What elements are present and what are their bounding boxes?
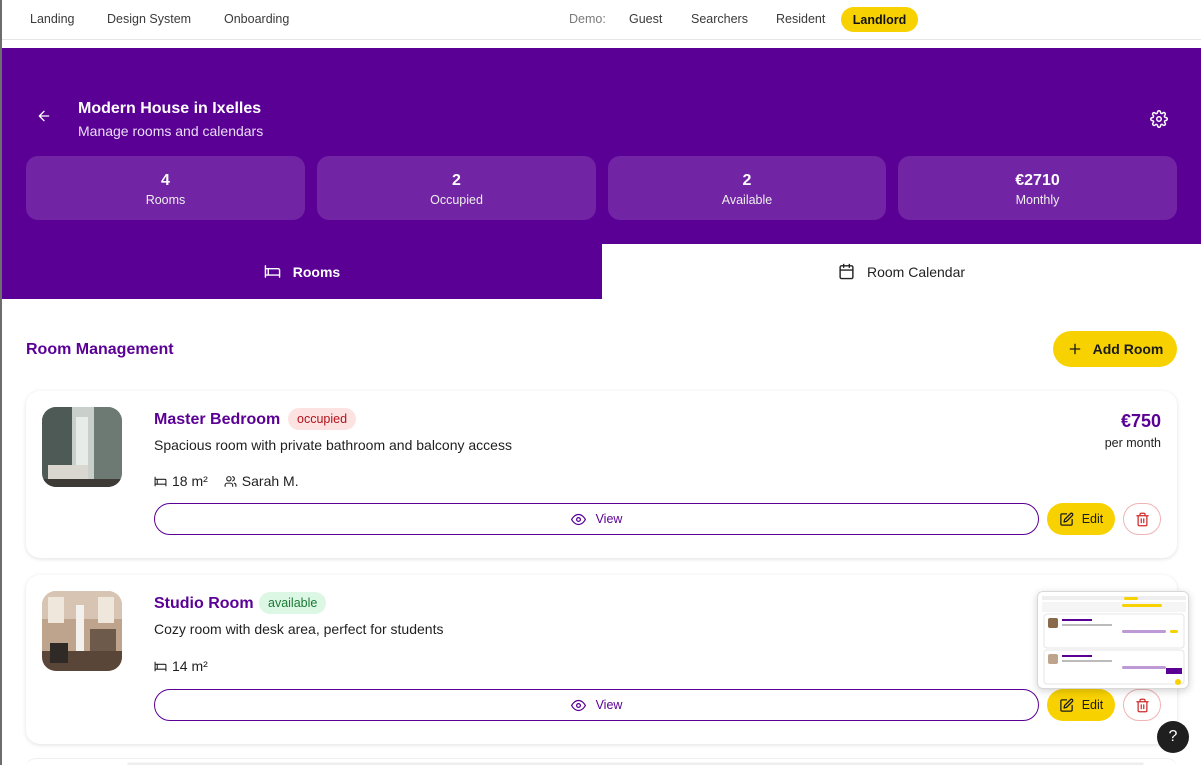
tab-rooms[interactable]: Rooms: [2, 244, 602, 299]
stat-value: €2710: [1015, 172, 1060, 189]
view-room-button[interactable]: View: [154, 689, 1039, 721]
status-badge: occupied: [288, 408, 357, 430]
room-price: €750: [1120, 411, 1161, 431]
role-guest[interactable]: Guest: [629, 12, 662, 26]
help-button[interactable]: ?: [1157, 721, 1189, 753]
view-label: View: [595, 698, 623, 712]
settings-gear-icon[interactable]: [1150, 110, 1168, 128]
room-size-value: 14 m²: [172, 658, 208, 674]
users-icon: [224, 475, 237, 487]
room-photo-image: [42, 407, 122, 487]
room-meta: 14 m²: [154, 658, 208, 674]
room-photo[interactable]: [42, 407, 122, 487]
room-name[interactable]: Studio Room: [154, 595, 254, 613]
back-arrow-icon[interactable]: [36, 108, 52, 124]
price-period: per month: [1104, 436, 1161, 450]
stat-label: Available: [721, 193, 773, 207]
plus-icon: [1069, 343, 1080, 355]
eye-icon: [570, 699, 586, 711]
stat-value: 4: [161, 172, 170, 189]
room-size-value: 18 m²: [172, 473, 208, 489]
stat-label: Rooms: [145, 193, 186, 207]
tab-calendar-label: Room Calendar: [866, 263, 966, 280]
role-searchers[interactable]: Searchers: [691, 12, 748, 26]
trash-icon: [1135, 512, 1149, 526]
edit-label: Edit: [1081, 698, 1104, 712]
demo-label: Demo:: [569, 12, 606, 26]
role-resident[interactable]: Resident: [776, 12, 825, 26]
stat-value: 2: [742, 172, 752, 189]
stat-monthly: €2710 Monthly: [898, 156, 1177, 220]
edit-label: Edit: [1081, 512, 1104, 526]
add-room-button[interactable]: Add Room: [1053, 331, 1177, 367]
delete-room-button[interactable]: [1123, 689, 1161, 721]
edit-icon: [1059, 512, 1074, 526]
add-room-label: Add Room: [1092, 341, 1164, 357]
room-size: 14 m²: [154, 658, 208, 674]
nav-link-landing[interactable]: Landing: [30, 12, 75, 26]
room-photo-image: [42, 591, 122, 671]
preview-image: [1038, 592, 1188, 688]
next-room-card-edge: [26, 758, 1177, 765]
stat-occupied: 2 Occupied: [317, 156, 596, 220]
role-landlord-active[interactable]: Landlord: [841, 7, 918, 32]
property-title: Modern House in Ixelles: [78, 100, 262, 117]
view-room-button[interactable]: View: [154, 503, 1039, 535]
room-name[interactable]: Master Bedroom: [154, 411, 280, 429]
room-photo[interactable]: [42, 591, 122, 671]
stat-available: 2 Available: [608, 156, 886, 220]
view-label: View: [595, 512, 623, 526]
edit-room-button[interactable]: Edit: [1047, 503, 1115, 535]
room-description: Cozy room with desk area, perfect for st…: [154, 621, 444, 637]
window-left-edge: [0, 0, 2, 765]
stat-value: 2: [452, 172, 461, 189]
bed-icon: [154, 476, 167, 486]
trash-icon: [1135, 698, 1149, 712]
status-badge: available: [259, 592, 327, 614]
room-description: Spacious room with private bathroom and …: [154, 437, 512, 453]
delete-room-button[interactable]: [1123, 503, 1161, 535]
room-tenant: Sarah M.: [224, 473, 299, 489]
nav-link-design-system[interactable]: Design System: [107, 12, 191, 26]
stat-label: Occupied: [430, 193, 483, 207]
stat-label: Monthly: [1015, 193, 1060, 207]
screenshot-preview-thumbnail[interactable]: [1037, 591, 1189, 689]
edit-room-button[interactable]: Edit: [1047, 689, 1115, 721]
bed-icon: [154, 661, 167, 671]
tenant-name: Sarah M.: [241, 473, 299, 489]
property-subtitle: Manage rooms and calendars: [78, 123, 264, 139]
tab-rooms-label: Rooms: [292, 263, 341, 280]
edit-icon: [1059, 698, 1074, 712]
room-card: Studio Room available Cozy room with des…: [26, 575, 1177, 744]
calendar-icon: [839, 263, 854, 280]
top-navigation: Landing Design System Onboarding Demo: G…: [0, 0, 1201, 40]
room-meta: 18 m² Sarah M.: [154, 473, 299, 489]
tab-room-calendar[interactable]: Room Calendar: [602, 244, 1201, 299]
property-header: Modern House in Ixelles Manage rooms and…: [2, 48, 1201, 244]
nav-link-onboarding[interactable]: Onboarding: [224, 12, 289, 26]
room-card: Master Bedroom occupied Spacious room wi…: [26, 391, 1177, 558]
stat-rooms: 4 Rooms: [26, 156, 305, 220]
bed-icon: [264, 265, 281, 278]
eye-icon: [570, 513, 586, 525]
room-size: 18 m²: [154, 473, 208, 489]
section-title: Room Management: [26, 341, 174, 358]
